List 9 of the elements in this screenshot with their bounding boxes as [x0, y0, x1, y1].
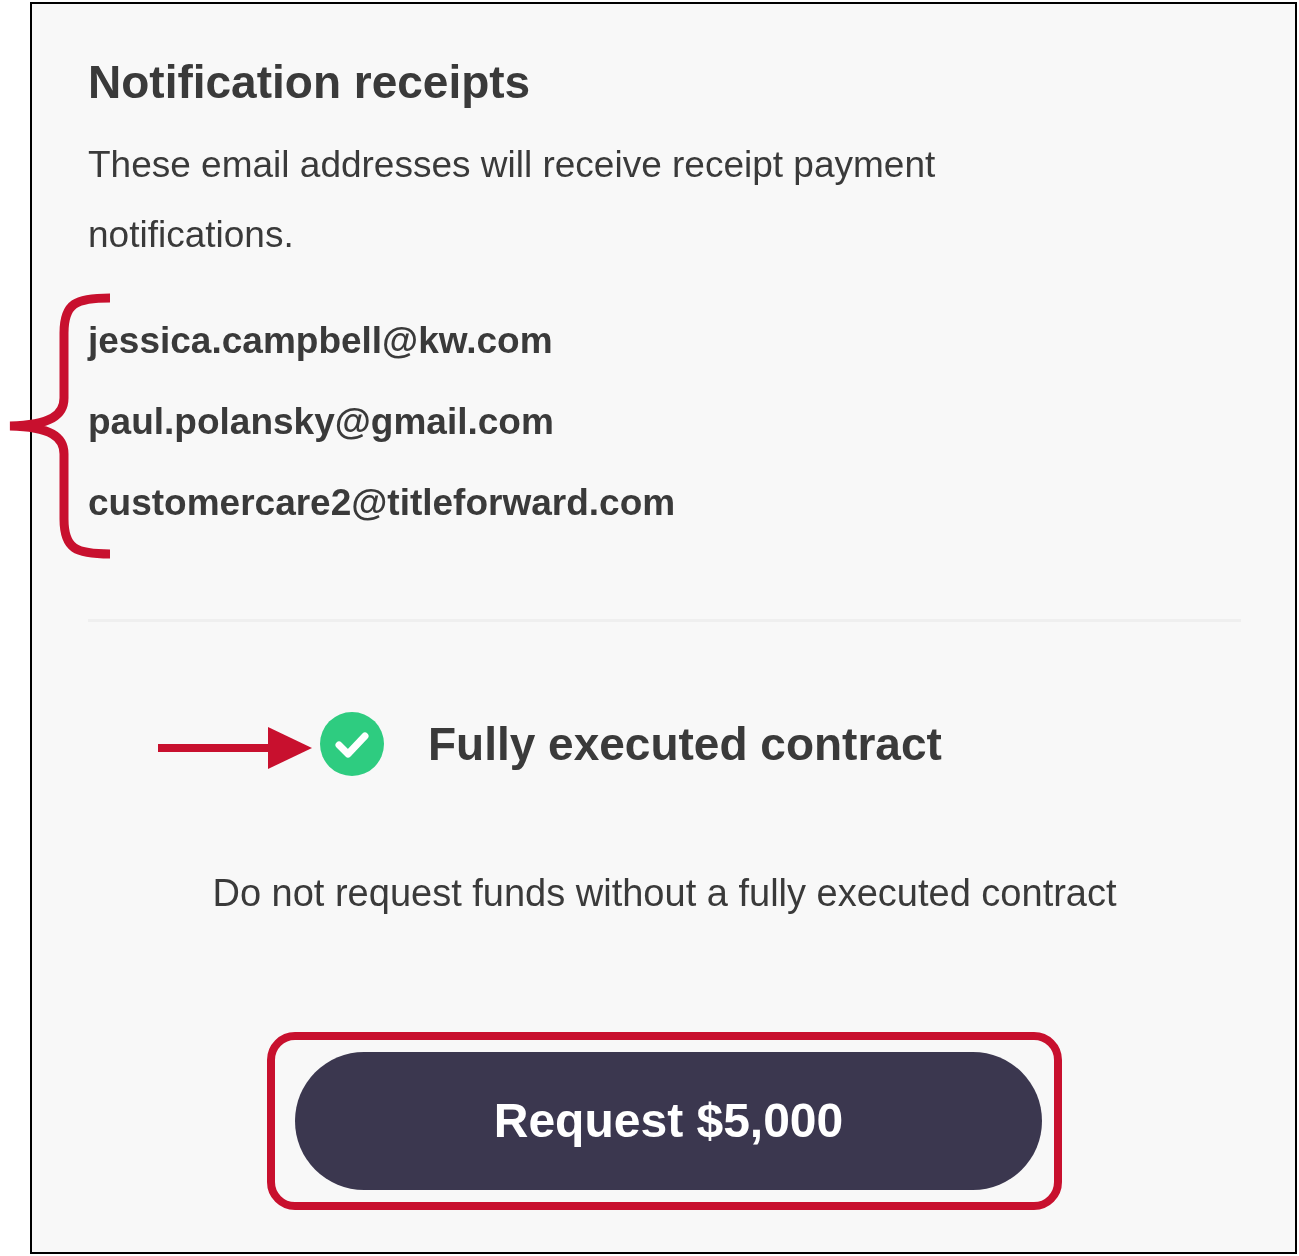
description-text: These email addresses will receive receipt payment notifications.: [88, 143, 937, 257]
section-title: Notification receipts: [88, 55, 531, 110]
email-address: jessica.campbell@kw.com: [88, 319, 553, 363]
request-button[interactable]: Request $5,000: [295, 1052, 1042, 1190]
arrow-icon: [158, 727, 312, 769]
contract-label: Fully executed contract: [428, 717, 942, 772]
email-address: paul.polansky@gmail.com: [88, 400, 554, 444]
warning-text: Do not request funds without a fully executed contract: [211, 871, 1118, 916]
email-address: customercare2@titleforward.com: [88, 481, 676, 525]
